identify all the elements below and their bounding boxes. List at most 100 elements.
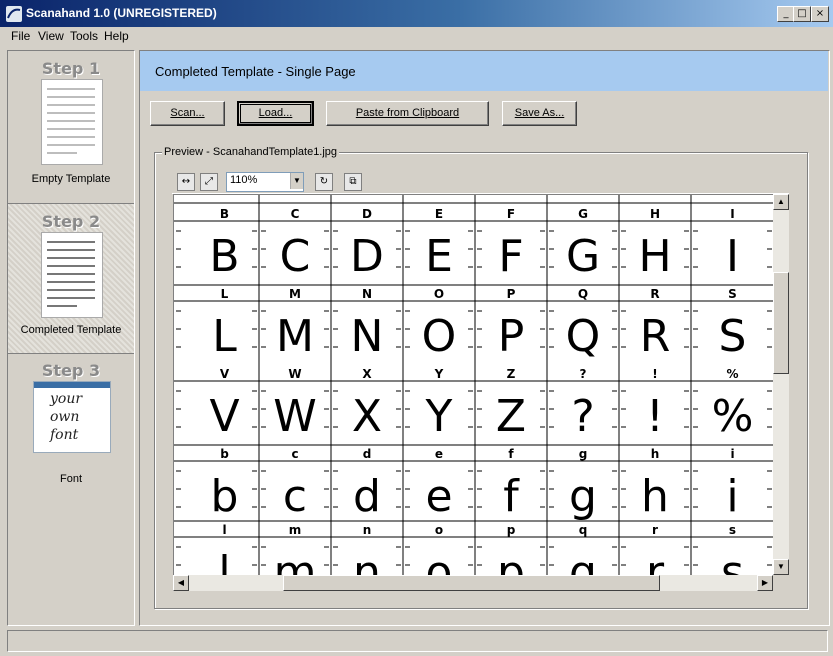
font-thumbnail: your own font [33, 381, 111, 453]
cell-label: d [363, 447, 372, 461]
step-3-title: Step 3 [41, 361, 101, 380]
scroll-right-button[interactable]: ▶ [757, 575, 773, 591]
handwritten-glyph: Y [425, 391, 453, 442]
page-title: Completed Template - Single Page [155, 64, 356, 79]
cell-label: ! [652, 367, 657, 381]
handwritten-glyph: C [280, 231, 311, 282]
cell-label: H [650, 207, 660, 221]
cell-label: E [435, 207, 443, 221]
cell-label: h [651, 447, 660, 461]
cell-label: N [362, 287, 372, 301]
menu-help[interactable]: Help [104, 29, 129, 43]
step-2-title: Step 2 [41, 212, 101, 231]
scroll-corner [773, 575, 789, 591]
preview-label: Preview - ScanahandTemplate1.jpg [162, 146, 340, 158]
menu-tools[interactable]: Tools [70, 29, 98, 43]
handwritten-glyph: L [212, 311, 237, 362]
handwritten-glyph: G [566, 231, 600, 282]
step-3-label: Font [59, 473, 82, 485]
cell-label: n [363, 523, 372, 537]
handwritten-glyph: b [211, 471, 239, 522]
handwritten-glyph: ? [571, 391, 594, 442]
paste-from-clipboard-button[interactable]: Paste from Clipboard [326, 101, 489, 126]
cell-label: q [579, 523, 588, 537]
cell-label: m [289, 523, 302, 537]
cell-label: B [220, 207, 229, 221]
horizontal-scrollbar[interactable]: ◀ ▶ [173, 575, 773, 591]
scroll-up-button[interactable]: ▲ [773, 194, 789, 210]
fit-page-icon[interactable]: ⤢ [200, 173, 218, 191]
status-bar [7, 630, 828, 652]
copy-icon[interactable]: ⧉ [344, 173, 362, 191]
template-canvas: BBCCDDEEFFGGHHIILLMMNNOOPPQQRRSSVVWWXXYY… [174, 195, 774, 576]
cell-label: Q [578, 287, 588, 301]
cell-label: c [291, 447, 298, 461]
handwritten-glyph: W [273, 391, 317, 442]
handwritten-glyph: q [569, 547, 597, 576]
handwritten-glyph: B [209, 231, 239, 282]
step-1-panel[interactable]: Step 1 Empty Template [8, 51, 134, 200]
font-thumb-word: own [50, 409, 80, 425]
steps-sidebar: Step 1 Empty Template Step 2 Completed T… [7, 50, 135, 626]
step-2-label: Completed Template [20, 324, 122, 336]
handwritten-glyph: ! [646, 391, 664, 442]
scroll-down-button[interactable]: ▼ [773, 559, 789, 575]
font-thumb-word: font [50, 427, 79, 443]
cell-label: r [652, 523, 658, 537]
font-thumb-word: your [50, 391, 83, 407]
zoom-value: 110% [230, 174, 258, 186]
handwritten-glyph: s [721, 547, 744, 576]
handwritten-glyph: i [726, 471, 738, 522]
handwritten-glyph: V [209, 391, 239, 442]
handwritten-glyph: l [218, 547, 230, 576]
fit-width-icon[interactable]: ↔ [177, 173, 195, 191]
empty-template-thumbnail [41, 79, 103, 165]
handwritten-glyph: O [422, 311, 457, 362]
chevron-down-icon[interactable]: ▼ [290, 173, 303, 189]
cell-label: g [579, 447, 588, 461]
handwritten-glyph: c [283, 471, 307, 522]
handwritten-glyph: r [646, 547, 665, 576]
cell-label: l [222, 523, 226, 537]
maximize-button[interactable]: □ [793, 6, 811, 22]
handwritten-glyph: N [351, 311, 384, 362]
vertical-scrollbar[interactable]: ▲ ▼ [773, 194, 789, 575]
cell-label: b [220, 447, 229, 461]
cell-label: I [730, 207, 734, 221]
handwritten-glyph: S [719, 311, 747, 362]
handwritten-glyph: n [353, 547, 381, 576]
rotate-180-icon[interactable]: ↻ [315, 173, 333, 191]
handwritten-glyph: D [350, 231, 384, 282]
cell-label: e [435, 447, 443, 461]
app-icon[interactable] [6, 6, 22, 22]
step-2-panel[interactable]: Step 2 Completed Template [8, 203, 134, 354]
cell-label: p [507, 523, 516, 537]
load-button[interactable]: Load... [237, 101, 314, 126]
step-3-panel[interactable]: Step 3 your own font Font [8, 353, 134, 502]
cell-label: P [507, 287, 516, 301]
horizontal-scroll-thumb[interactable] [283, 575, 660, 591]
save-as-button[interactable]: Save As... [502, 101, 577, 126]
cell-label: G [578, 207, 588, 221]
handwritten-glyph: e [425, 471, 452, 522]
handwritten-glyph: h [641, 471, 669, 522]
cell-label: f [508, 447, 514, 461]
cell-label: R [650, 287, 659, 301]
cell-label: X [362, 367, 372, 381]
cell-label: L [221, 287, 229, 301]
close-button[interactable]: × [811, 6, 829, 22]
scroll-left-button[interactable]: ◀ [173, 575, 189, 591]
cell-label: Z [507, 367, 516, 381]
scan-button[interactable]: Scan... [150, 101, 225, 126]
handwritten-glyph: P [498, 311, 525, 362]
window-title: Scanahand 1.0 (UNREGISTERED) [26, 6, 217, 20]
menu-file[interactable]: File [11, 29, 30, 43]
cell-label: C [291, 207, 300, 221]
cell-label: W [288, 367, 301, 381]
handwritten-glyph: H [638, 231, 671, 282]
menu-view[interactable]: View [38, 29, 64, 43]
handwritten-glyph: M [276, 311, 314, 362]
template-preview-viewport[interactable]: BBCCDDEEFFGGHHIILLMMNNOOPPQQRRSSVVWWXXYY… [173, 194, 774, 576]
vertical-scroll-thumb[interactable] [773, 272, 789, 374]
cell-label: O [434, 287, 444, 301]
